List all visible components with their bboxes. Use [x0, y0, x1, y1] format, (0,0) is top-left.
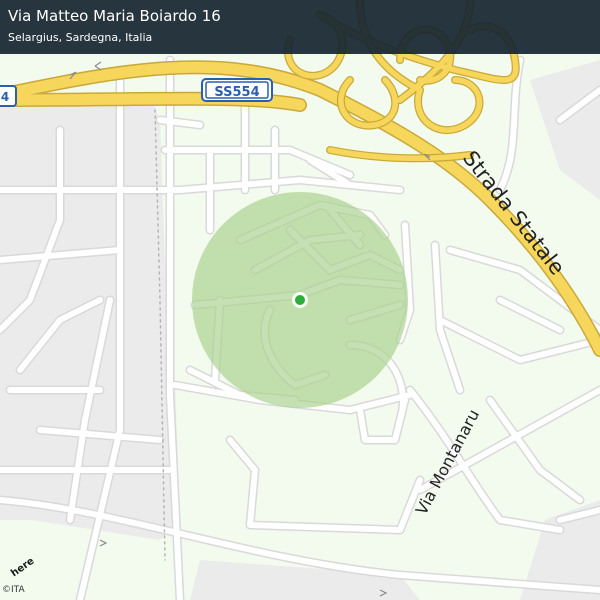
shield-left-label: 4 [1, 90, 9, 104]
map-canvas[interactable]: SS554 4 Strada Statale Via Montanaru [0, 0, 600, 600]
shield-label: SS554 [214, 85, 259, 100]
road-shield-partial: 4 [0, 85, 17, 107]
location-dot-icon[interactable] [292, 292, 308, 308]
address-subtitle: Selargius, Sardegna, Italia [8, 31, 153, 44]
map-view[interactable]: SS554 4 Strada Statale Via Montanaru her… [0, 0, 600, 600]
road-shield-ss554: SS554 [201, 78, 273, 102]
address-title: Via Matteo Maria Boiardo 16 [8, 7, 221, 25]
attribution-text[interactable]: ©ITA [2, 584, 25, 596]
address-header: Via Matteo Maria Boiardo 16 Selargius, S… [0, 0, 600, 54]
